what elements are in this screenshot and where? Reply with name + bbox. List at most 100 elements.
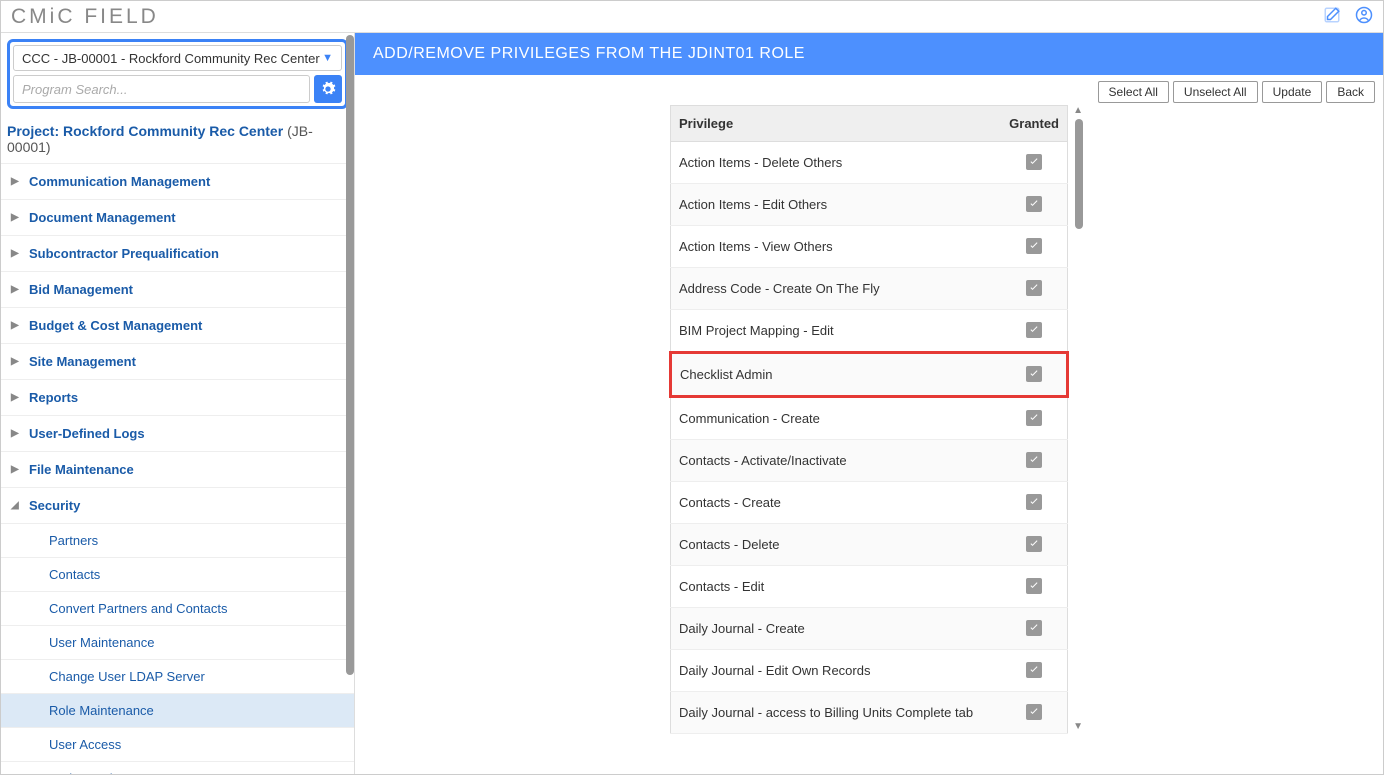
- nav-item-label: Bid Management: [29, 282, 133, 297]
- nav-item-communication-management[interactable]: ▶Communication Management: [1, 163, 354, 199]
- granted-cell: [1001, 608, 1067, 650]
- checkbox-checked-icon[interactable]: [1026, 536, 1042, 552]
- nav-item-file-maintenance[interactable]: ▶ File Maintenance: [1, 451, 354, 487]
- privilege-cell: Daily Journal - Edit Own Records: [671, 650, 1002, 692]
- privilege-cell: Checklist Admin: [671, 353, 1002, 397]
- granted-cell: [1001, 142, 1067, 184]
- nav-item-label: File Maintenance: [29, 462, 134, 477]
- nav-subitem-contacts[interactable]: Contacts: [1, 557, 354, 591]
- checkbox-checked-icon[interactable]: [1026, 452, 1042, 468]
- privilege-cell: Contacts - Delete: [671, 524, 1002, 566]
- nav-item-label: Budget & Cost Management: [29, 318, 202, 333]
- select-all-button[interactable]: Select All: [1098, 81, 1169, 103]
- tree-expand-icon: ▶: [11, 428, 25, 439]
- checkbox-checked-icon[interactable]: [1026, 704, 1042, 720]
- project-dropdown[interactable]: CCC - JB-00001 - Rockford Community Rec …: [13, 45, 342, 71]
- nav-subitem-change-user-ldap-server[interactable]: Change User LDAP Server: [1, 659, 354, 693]
- nav-subitem-project-roles[interactable]: Project Roles: [1, 761, 354, 774]
- table-row: Address Code - Create On The Fly: [671, 268, 1068, 310]
- tree-expand-icon: ▶: [11, 248, 25, 259]
- privileges-table-wrap: ▲ Privilege Granted Action Items - Delet…: [669, 105, 1069, 734]
- privilege-cell: Address Code - Create On The Fly: [671, 268, 1002, 310]
- col-privilege[interactable]: Privilege: [671, 106, 1002, 142]
- page-title: ADD/REMOVE PRIVILEGES FROM THE JDINT01 R…: [355, 33, 1383, 75]
- granted-cell: [1001, 650, 1067, 692]
- checkbox-checked-icon[interactable]: [1026, 578, 1042, 594]
- checkbox-checked-icon[interactable]: [1026, 410, 1042, 426]
- table-scrollbar[interactable]: [1075, 119, 1083, 229]
- nav-subitem-partners[interactable]: Partners: [1, 523, 354, 557]
- checkbox-checked-icon[interactable]: [1026, 280, 1042, 296]
- sidebar-scrollbar[interactable]: [346, 35, 354, 675]
- privilege-cell: Action Items - Edit Others: [671, 184, 1002, 226]
- nav-subitem-convert-partners-and-contacts[interactable]: Convert Partners and Contacts: [1, 591, 354, 625]
- table-row: Contacts - Activate/Inactivate: [671, 440, 1068, 482]
- privilege-cell: Daily Journal - access to Billing Units …: [671, 692, 1002, 734]
- nav-item-budget-cost-management[interactable]: ▶ Budget & Cost Management: [1, 307, 354, 343]
- privilege-cell: Daily Journal - Create: [671, 608, 1002, 650]
- update-button[interactable]: Update: [1262, 81, 1323, 103]
- topbar-actions: [1323, 6, 1373, 27]
- nav-item-security[interactable]: ◢Security: [1, 487, 354, 523]
- tree-expand-icon: ▶: [11, 392, 25, 403]
- project-title-text: Project: Rockford Community Rec Center: [7, 123, 283, 139]
- nav-item-site-management[interactable]: ▶ Site Management: [1, 343, 354, 379]
- granted-cell: [1001, 310, 1067, 353]
- col-granted[interactable]: Granted: [1001, 106, 1067, 142]
- tree-expand-icon: ▶: [11, 320, 25, 331]
- table-row: Action Items - Edit Others: [671, 184, 1068, 226]
- unselect-all-button[interactable]: Unselect All: [1173, 81, 1258, 103]
- nav-item-bid-management[interactable]: ▶ Bid Management: [1, 271, 354, 307]
- checkbox-checked-icon[interactable]: [1026, 238, 1042, 254]
- table-row: BIM Project Mapping - Edit: [671, 310, 1068, 353]
- privilege-cell: Contacts - Create: [671, 482, 1002, 524]
- privilege-cell: Contacts - Activate/Inactivate: [671, 440, 1002, 482]
- checkbox-checked-icon[interactable]: [1026, 662, 1042, 678]
- gear-icon: [320, 81, 336, 97]
- table-row: Daily Journal - Edit Own Records: [671, 650, 1068, 692]
- chevron-down-icon: ▼: [322, 52, 333, 64]
- nav-item-label: Reports: [29, 390, 78, 405]
- search-settings-button[interactable]: [314, 75, 342, 103]
- checkbox-checked-icon[interactable]: [1026, 366, 1042, 382]
- granted-cell: [1001, 566, 1067, 608]
- table-row: Checklist Admin: [671, 353, 1068, 397]
- scroll-up-icon[interactable]: ▲: [1073, 105, 1083, 116]
- project-title: Project: Rockford Community Rec Center (…: [1, 115, 354, 163]
- table-row: Contacts - Edit: [671, 566, 1068, 608]
- user-icon[interactable]: [1355, 6, 1373, 27]
- tree-expand-icon: ▶: [11, 464, 25, 475]
- checkbox-checked-icon[interactable]: [1026, 196, 1042, 212]
- checkbox-checked-icon[interactable]: [1026, 322, 1042, 338]
- nav-subitem-role-maintenance[interactable]: Role Maintenance: [1, 693, 354, 727]
- checkbox-checked-icon[interactable]: [1026, 154, 1042, 170]
- nav-item-label: Security: [29, 498, 80, 513]
- nav-item-user-defined-logs[interactable]: ▶User-Defined Logs: [1, 415, 354, 451]
- tree-expand-icon: ▶: [11, 212, 25, 223]
- nav-subitem-user-maintenance[interactable]: User Maintenance: [1, 625, 354, 659]
- tree-expand-icon: ▶: [11, 284, 25, 295]
- granted-cell: [1001, 397, 1067, 440]
- nav-item-document-management[interactable]: ▶ Document Management: [1, 199, 354, 235]
- nav-item-label: Site Management: [29, 354, 136, 369]
- granted-cell: [1001, 524, 1067, 566]
- back-button[interactable]: Back: [1326, 81, 1375, 103]
- nav-item-reports[interactable]: ▶ Reports: [1, 379, 354, 415]
- action-toolbar: Select All Unselect All Update Back: [355, 75, 1383, 105]
- nav-item-subcontractor-prequalification[interactable]: ▶Subcontractor Prequalification: [1, 235, 354, 271]
- scroll-down-icon[interactable]: ▼: [1073, 721, 1083, 732]
- checkbox-checked-icon[interactable]: [1026, 494, 1042, 510]
- project-selector-box: CCC - JB-00001 - Rockford Community Rec …: [7, 39, 348, 109]
- nav-item-label: Document Management: [29, 210, 176, 225]
- table-row: Action Items - Delete Others: [671, 142, 1068, 184]
- edit-icon[interactable]: [1323, 6, 1341, 27]
- program-search-input[interactable]: [13, 75, 310, 103]
- main-content: ADD/REMOVE PRIVILEGES FROM THE JDINT01 R…: [355, 33, 1383, 774]
- nav-subitem-user-access[interactable]: User Access: [1, 727, 354, 761]
- checkbox-checked-icon[interactable]: [1026, 620, 1042, 636]
- nav-item-label: Communication Management: [29, 174, 210, 189]
- tree-expand-icon: ▶: [11, 356, 25, 367]
- table-row: Contacts - Create: [671, 482, 1068, 524]
- table-row: Action Items - View Others: [671, 226, 1068, 268]
- nav-tree: ▶Communication Management▶Document Manag…: [1, 163, 354, 774]
